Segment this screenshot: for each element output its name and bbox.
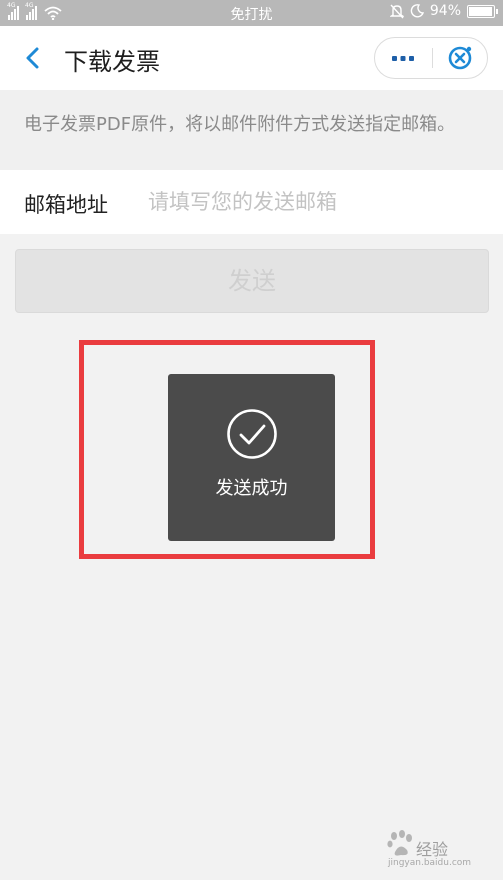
status-right: 94% [389,3,498,19]
back-button[interactable] [20,42,50,74]
notice-text: 电子发票PDF原件，将以邮件附件方式发送指定邮箱。 [0,90,503,170]
more-button[interactable] [375,38,431,78]
close-circle-icon [448,46,472,70]
more-dots-icon [392,56,414,61]
watermark-text: 经验 [416,840,449,859]
battery-icon [467,4,498,18]
highlight-box [79,340,375,559]
moon-icon [410,4,424,18]
chevron-left-icon [26,47,39,69]
email-label: 邮箱地址 [24,193,108,217]
nav-bar: 下载发票 [0,26,503,90]
battery-level [469,6,492,16]
email-row: 邮箱地址 [0,170,503,234]
battery-percent: 94% [429,3,461,19]
send-button[interactable]: 发送 [15,249,489,313]
status-bar: 4G 4G 免打扰 94% [0,0,503,26]
mini-program-capsule [374,37,488,79]
page-title: 下载发票 [64,48,160,76]
email-input[interactable] [148,184,478,220]
paw-logo-icon [387,830,412,856]
watermark-sub: jingyan.baidu.com [388,858,472,868]
close-button[interactable] [433,38,487,78]
bell-off-icon [389,4,404,18]
watermark: 经验 jingyan.baidu.com [386,828,498,874]
